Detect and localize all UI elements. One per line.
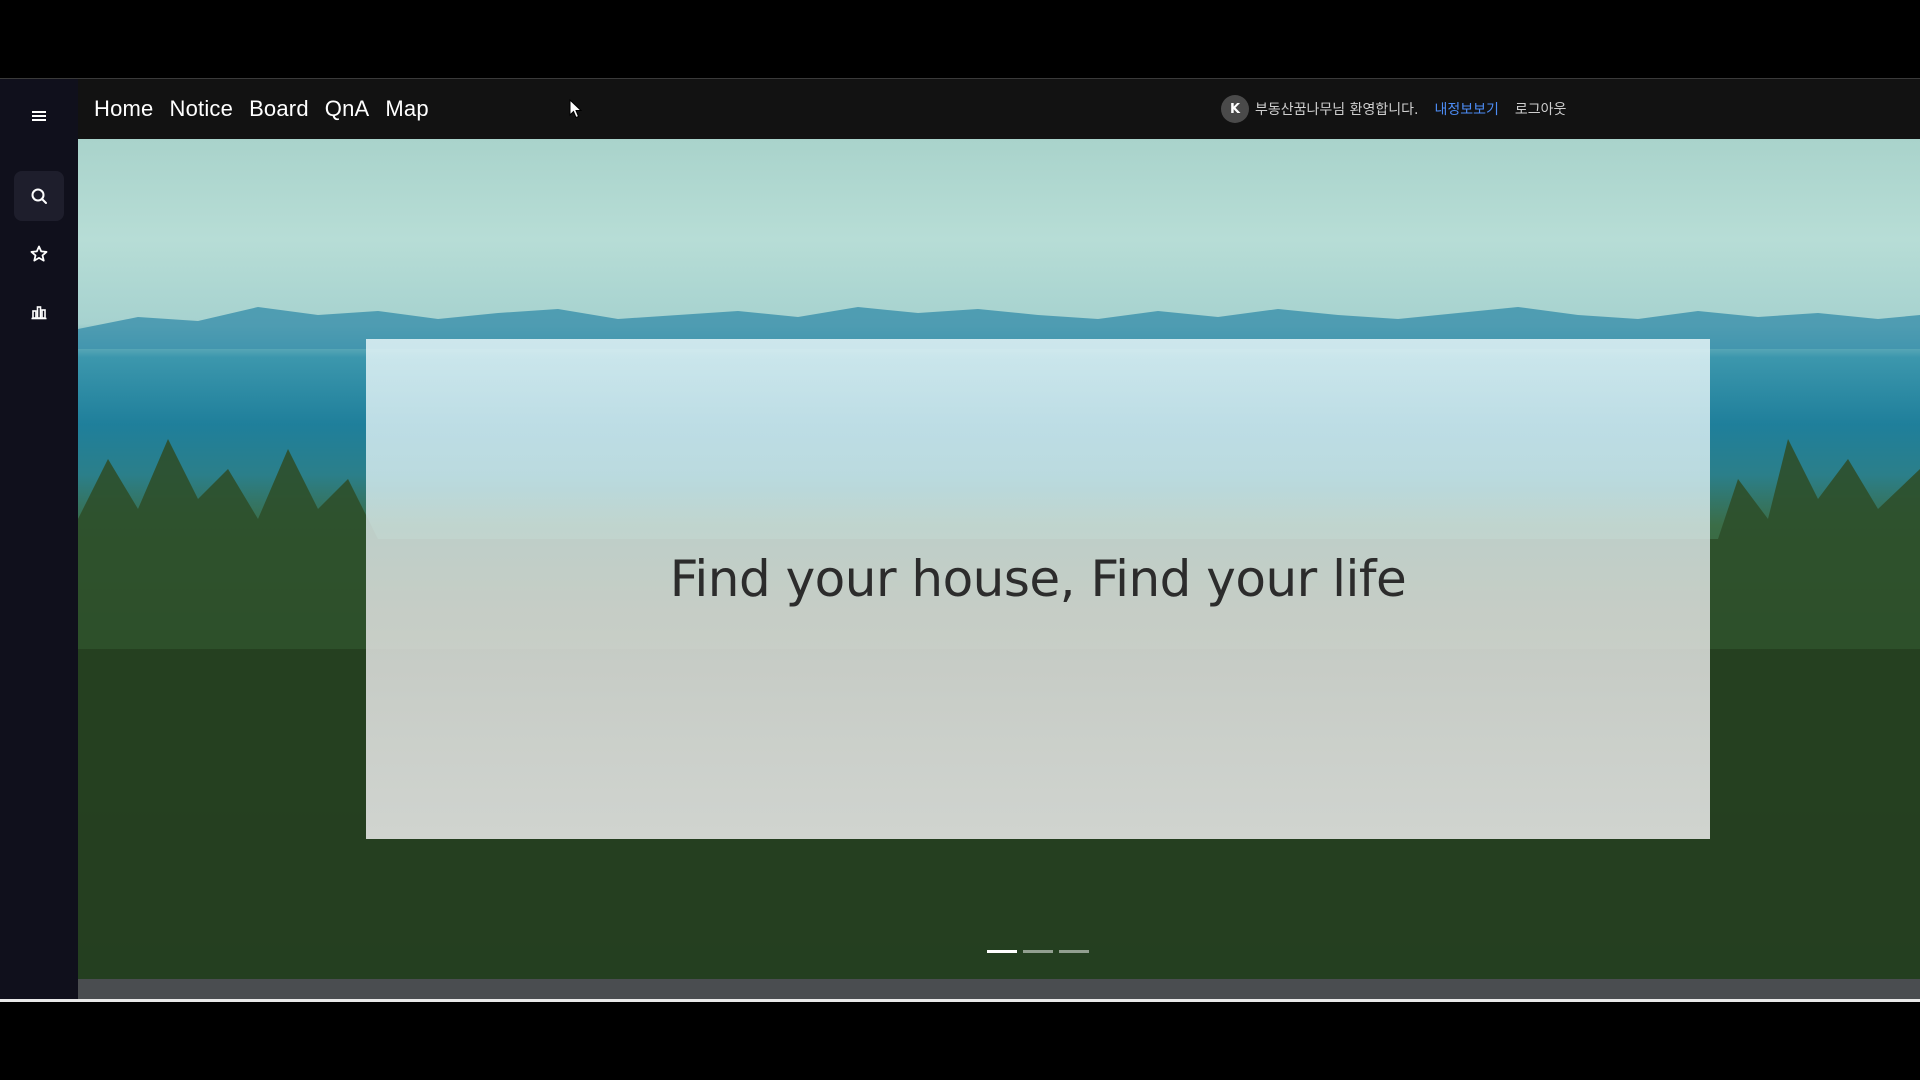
welcome-text: 부동산꿈나무님 환영합니다. (1255, 102, 1419, 118)
hero-carousel: Find your house, Find your life (78, 139, 1920, 979)
sidebar-search-button[interactable] (14, 171, 64, 221)
user-area: K 부동산꿈나무님 환영합니다. 내정보보기 로그아웃 (1221, 95, 1566, 123)
hero-caption: Find your house, Find your life (669, 550, 1407, 608)
menu-toggle-button[interactable] (14, 91, 64, 141)
logout-link[interactable]: 로그아웃 (1515, 99, 1567, 119)
top-nav-bar: Home Notice Board QnA Map K 부동산꿈나무님 환영합니… (78, 79, 1920, 139)
menu-icon (32, 111, 46, 121)
bar-chart-icon (31, 306, 47, 320)
bottom-divider (0, 999, 1920, 1002)
nav-home-link[interactable]: Home (94, 96, 154, 122)
sidebar-stats-button[interactable] (14, 287, 64, 337)
nav-notice-link[interactable]: Notice (170, 96, 234, 122)
main-nav: Home Notice Board QnA Map (94, 79, 429, 139)
nav-board-link[interactable]: Board (249, 96, 309, 122)
carousel-indicator-2[interactable] (1023, 950, 1053, 953)
my-info-link[interactable]: 내정보보기 (1434, 99, 1498, 119)
nav-qna-link[interactable]: QnA (325, 96, 370, 122)
avatar: K (1221, 95, 1249, 123)
hero-bottom-strip (78, 979, 1920, 999)
sidebar-favorites-button[interactable] (14, 229, 64, 279)
carousel-indicators (987, 950, 1089, 953)
top-letterbox (0, 0, 1920, 78)
nav-map-link[interactable]: Map (385, 96, 428, 122)
carousel-indicator-1[interactable] (987, 950, 1017, 953)
carousel-indicator-3[interactable] (1059, 950, 1089, 953)
hero-caption-box: Find your house, Find your life (366, 339, 1710, 839)
search-icon (31, 188, 47, 204)
app-frame: Home Notice Board QnA Map K 부동산꿈나무님 환영합니… (0, 0, 1920, 1080)
sidebar (0, 79, 78, 999)
mouse-cursor-icon (569, 99, 583, 119)
star-icon (30, 245, 48, 262)
